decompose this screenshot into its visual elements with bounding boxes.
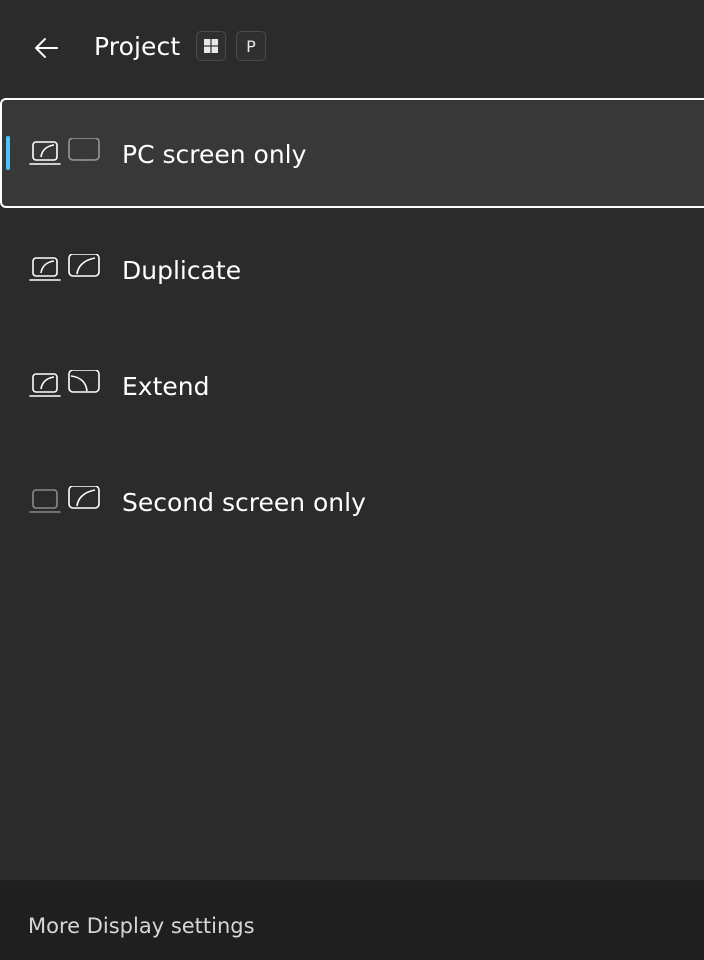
windows-logo-icon	[204, 39, 218, 53]
project-panel: Project P PC screen only Duplicate Exten…	[0, 0, 704, 960]
duplicate-icon	[29, 254, 100, 281]
extend-icon	[29, 370, 100, 397]
footer: More Display settings	[0, 880, 704, 960]
second-screen-only-icon	[29, 486, 100, 513]
pc-screen-only-icon	[29, 138, 100, 165]
page-title: Project	[94, 32, 181, 61]
back-arrow-icon	[35, 38, 58, 58]
option-second-screen-only[interactable]: Second screen only	[0, 446, 704, 562]
p-key-badge: P	[236, 31, 266, 61]
option-duplicate[interactable]: Duplicate	[0, 214, 704, 330]
option-pc-screen-only[interactable]: PC screen only	[0, 98, 704, 208]
more-display-settings-link[interactable]: More Display settings	[28, 911, 255, 941]
option-label: PC screen only	[122, 140, 307, 169]
projection-options-list: PC screen only Duplicate Extend Second s…	[0, 98, 704, 562]
selection-indicator	[6, 136, 10, 170]
option-label: Second screen only	[122, 488, 366, 517]
back-button[interactable]	[24, 26, 68, 70]
windows-key-badge	[196, 31, 226, 61]
option-label: Duplicate	[122, 256, 242, 285]
option-extend[interactable]: Extend	[0, 330, 704, 446]
option-label: Extend	[122, 372, 210, 401]
header: Project P	[0, 0, 704, 96]
